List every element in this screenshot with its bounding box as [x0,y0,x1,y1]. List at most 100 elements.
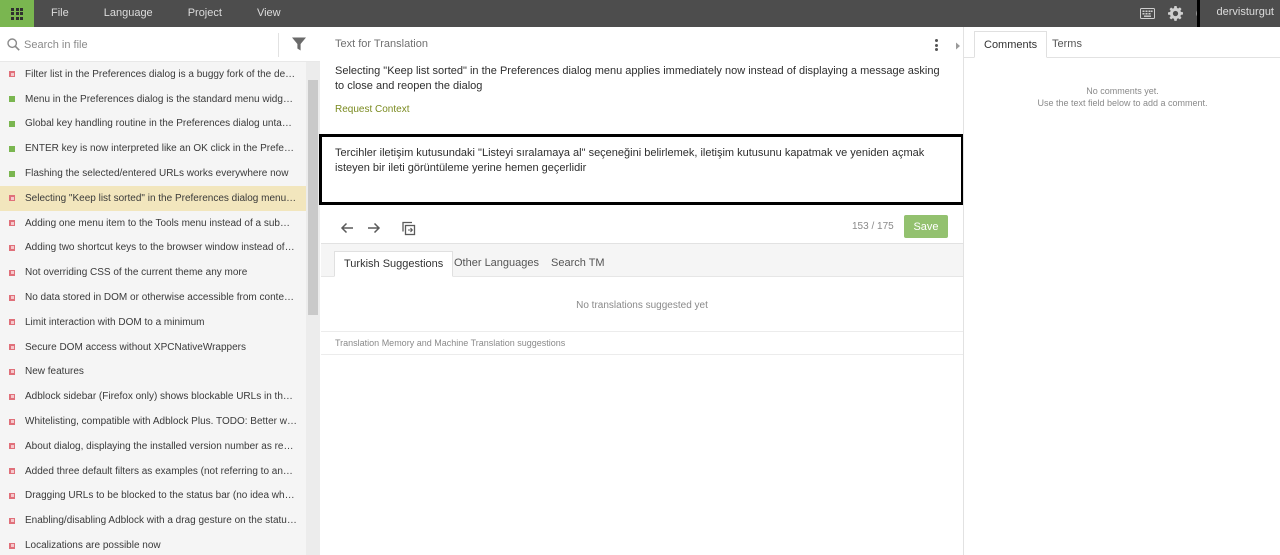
tm-section-label: Translation Memory and Machine Translati… [335,338,566,348]
next-string-button[interactable] [365,219,383,237]
list-item-text: Dragging URLs to be blocked to the statu… [25,490,297,502]
list-item[interactable]: ENTER key is now interpreted like an OK … [0,136,306,161]
list-item-text: Not overriding CSS of the current theme … [25,267,248,279]
menu-view[interactable]: View [240,0,299,27]
main-menu: File Language Project View [34,0,299,27]
collapse-right-panel-icon[interactable] [955,41,961,53]
list-item[interactable]: Menu in the Preferences dialog is the st… [0,87,306,112]
suggestions-tabs: Turkish Suggestions Other Languages Sear… [321,244,963,277]
list-item[interactable]: Not overriding CSS of the current theme … [0,260,306,285]
list-item[interactable]: Localizations are possible now [0,533,306,555]
apps-menu-button[interactable] [0,0,34,27]
list-item-text: Whitelisting, compatible with Adblock Pl… [25,416,297,428]
translation-field[interactable]: Tercihler iletişim kutusundaki "Listeyi … [319,134,964,205]
list-item-text: ENTER key is now interpreted like an OK … [25,143,297,155]
translated-status-icon [9,145,15,152]
divider [278,33,279,57]
list-item[interactable]: Limit interaction with DOM to a minimum [0,310,306,335]
tab-search-tm[interactable]: Search TM [542,251,614,277]
list-item-text: Filter list in the Preferences dialog is… [25,68,297,80]
string-list-panel: Filter list in the Preferences dialog is… [0,27,320,555]
list-item[interactable]: Enabling/disabling Adblock with a drag g… [0,508,306,533]
list-item-text: Adding two shortcut keys to the browser … [25,242,297,254]
untranslated-status-icon [9,443,15,450]
tab-terms[interactable]: Terms [1043,31,1091,58]
untranslated-status-icon [9,195,15,202]
untranslated-status-icon [9,71,15,78]
list-item-text: Enabling/disabling Adblock with a drag g… [25,515,297,527]
list-item-text: Adding one menu item to the Tools menu i… [25,217,297,229]
no-comments-message: No comments yet. Use the text field belo… [964,85,1280,109]
list-item-text: Menu in the Preferences dialog is the st… [25,93,297,105]
editor-toolbar: 153 / 175 Save [321,213,963,245]
list-item[interactable]: Adding two shortcut keys to the browser … [0,236,306,261]
list-item[interactable]: New features [0,360,306,385]
apps-grid-icon [11,7,23,20]
no-comments-hint: Use the text field below to add a commen… [1037,98,1208,108]
menu-language[interactable]: Language [87,0,171,27]
top-bar: File Language Project View ? dervisturgu… [0,0,1280,27]
untranslated-status-icon [9,517,15,524]
list-item[interactable]: About dialog, displaying the installed v… [0,434,306,459]
more-options-icon[interactable] [932,37,940,53]
list-scrollbar[interactable] [306,62,320,555]
scrollbar-thumb[interactable] [308,80,318,315]
tab-turkish-suggestions[interactable]: Turkish Suggestions [334,251,454,277]
list-item[interactable]: Filter list in the Preferences dialog is… [0,62,306,87]
tab-comments[interactable]: Comments [974,31,1048,58]
untranslated-status-icon [9,542,15,549]
no-translations-message: No translations suggested yet [576,300,708,311]
untranslated-status-icon [9,244,15,251]
list-item-text: Limit interaction with DOM to a minimum [25,316,205,328]
list-item[interactable]: Adding one menu item to the Tools menu i… [0,211,306,236]
untranslated-status-icon [9,344,15,351]
string-list: Filter list in the Preferences dialog is… [0,62,306,555]
search-icon [7,38,20,54]
list-item-text: Added three default filters as examples … [25,465,297,477]
list-item[interactable]: Flashing the selected/entered URLs works… [0,161,306,186]
save-button[interactable]: Save [904,215,948,238]
editor-panel: Text for Translation Selecting "Keep lis… [319,27,964,555]
translated-status-icon [9,96,15,103]
list-item[interactable]: Dragging URLs to be blocked to the statu… [0,484,306,509]
copy-source-button[interactable] [399,219,417,237]
previous-string-button[interactable] [338,219,356,237]
list-item-text: Secure DOM access without XPCNativeWrapp… [25,341,247,353]
untranslated-status-icon [9,319,15,326]
untranslated-status-icon [9,418,15,425]
list-item[interactable]: Secure DOM access without XPCNativeWrapp… [0,335,306,360]
untranslated-status-icon [9,220,15,227]
list-item[interactable]: No data stored in DOM or otherwise acces… [0,285,306,310]
filter-icon[interactable] [292,37,306,54]
untranslated-status-icon [9,468,15,475]
list-item-text: Adblock sidebar (Firefox only) shows blo… [25,391,297,403]
list-item[interactable]: Adblock sidebar (Firefox only) shows blo… [0,384,306,409]
search-input[interactable] [24,36,274,53]
untranslated-status-icon [9,368,15,375]
list-item-text: Flashing the selected/entered URLs works… [25,168,289,180]
list-item[interactable]: Selecting "Keep list sorted" in the Pref… [0,185,306,211]
untranslated-status-icon [9,393,15,400]
untranslated-status-icon [9,294,15,301]
comments-panel: Comments Terms No comments yet. Use the … [963,27,1280,555]
list-item[interactable]: Added three default filters as examples … [0,459,306,484]
tab-other-languages[interactable]: Other Languages [445,251,548,277]
menu-project[interactable]: Project [171,0,240,27]
no-comments-line: No comments yet. [1086,86,1159,96]
translated-status-icon [9,120,15,127]
list-item-text: Global key handling routine in the Prefe… [25,118,297,130]
keyboard-icon[interactable] [1138,5,1156,23]
translation-text[interactable]: Tercihler iletişim kutusundaki "Listeyi … [335,146,945,176]
list-item-text: No data stored in DOM or otherwise acces… [25,292,297,304]
gear-icon[interactable] [1166,5,1184,23]
untranslated-status-icon [9,492,15,499]
request-context-link[interactable]: Request Context [335,104,410,115]
editor-title: Text for Translation [335,38,428,50]
divider [321,354,963,355]
list-item[interactable]: Global key handling routine in the Prefe… [0,112,306,137]
menu-file[interactable]: File [34,0,87,27]
list-item[interactable]: Whitelisting, compatible with Adblock Pl… [0,409,306,434]
string-counter: 153 / 175 [852,221,894,232]
list-item-text: Localizations are possible now [25,540,161,552]
translated-status-icon [9,170,15,177]
